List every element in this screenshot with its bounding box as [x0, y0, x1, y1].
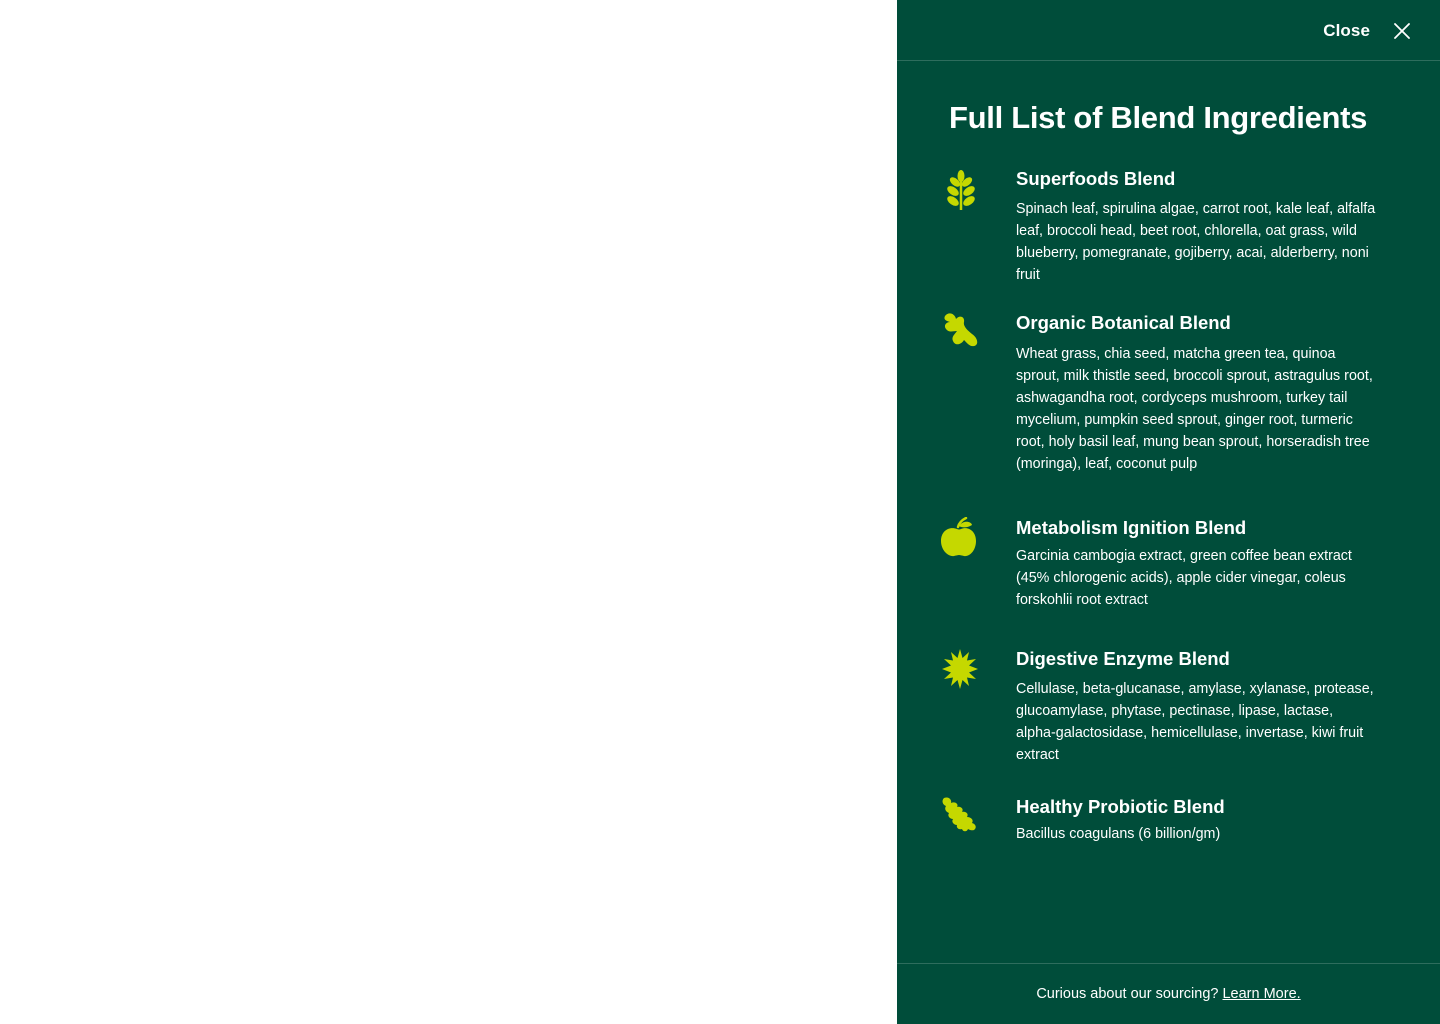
blend-description: Bacillus coagulans (6 billion/gm)	[1016, 826, 1221, 842]
ginger-root-icon	[944, 313, 978, 347]
blend-description: Garcinia cambogia extract, green coffee …	[1016, 548, 1352, 608]
blend-description: Spinach leaf, spirulina algae, carrot ro…	[1016, 201, 1376, 283]
close-button[interactable]: Close	[1323, 18, 1412, 44]
learn-more-link[interactable]: Learn More.	[1222, 986, 1300, 1002]
blend-name: Organic Botanical Blend	[1016, 312, 1231, 333]
ingredients-drawer: Close Full List of Blend Ingredients Sup…	[897, 0, 1440, 1024]
drawer-footer: Curious about our sourcing? Learn More.	[897, 963, 1440, 1024]
blend-description: Cellulase, beta-glucanase, amylase, xyla…	[1016, 681, 1374, 763]
page-backdrop[interactable]	[0, 0, 897, 1024]
drawer-header: Close	[897, 0, 1440, 61]
close-label: Close	[1323, 21, 1370, 40]
drawer-title: Full List of Blend Ingredients	[949, 100, 1368, 135]
oak-leaf-icon	[942, 797, 976, 832]
blend-name: Healthy Probiotic Blend	[1016, 796, 1225, 817]
leaf-sprig-icon	[947, 170, 975, 210]
apple-icon	[941, 517, 976, 557]
blend-description: Wheat grass, chia seed, matcha green tea…	[1016, 346, 1373, 472]
blend-name: Superfoods Blend	[1016, 168, 1176, 189]
blend-name: Digestive Enzyme Blend	[1016, 648, 1230, 669]
footer-text: Curious about our sourcing?	[1036, 986, 1219, 1002]
starburst-icon	[942, 649, 978, 689]
close-icon[interactable]	[1392, 21, 1412, 41]
blend-name: Metabolism Ignition Blend	[1016, 517, 1247, 538]
